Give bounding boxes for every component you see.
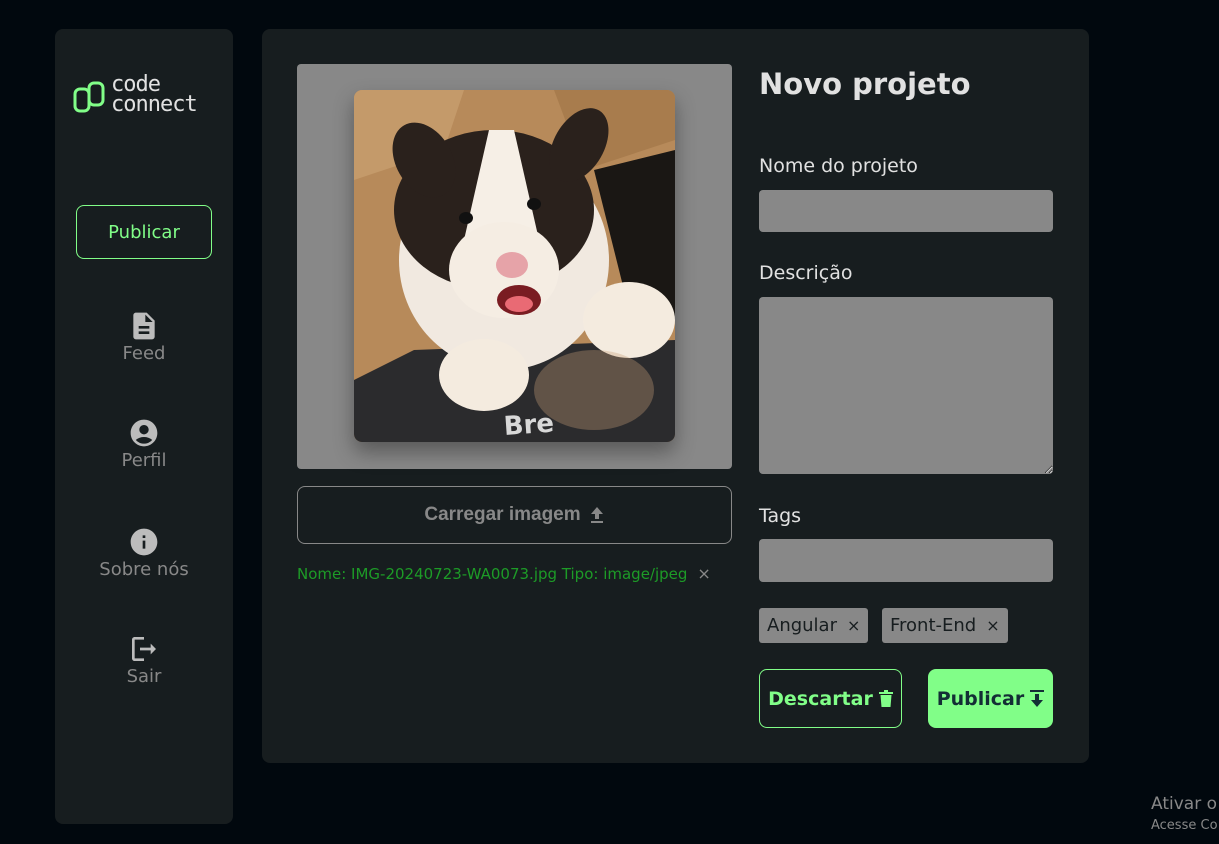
upload-image-button[interactable]: Carregar imagem	[297, 486, 732, 544]
discard-button[interactable]: Descartar	[759, 669, 902, 728]
remove-tag-icon[interactable]: ×	[847, 616, 860, 635]
sidebar-item-feed[interactable]: Feed	[55, 310, 233, 364]
remove-tag-icon[interactable]: ×	[986, 616, 999, 635]
page-title: Novo projeto	[759, 67, 971, 101]
puppy-photo-image: Bre	[354, 90, 675, 442]
publish-label: Publicar	[936, 687, 1025, 710]
image-preview-area: Bre	[297, 64, 732, 469]
watermark-line-1: Ativar o	[1151, 794, 1217, 814]
sidebar-item-label: Feed	[122, 343, 166, 364]
description-label: Descrição	[759, 262, 853, 284]
code-connect-logo[interactable]: code connect	[73, 74, 215, 121]
sidebar-item-logout[interactable]: Sair	[55, 633, 233, 687]
publish-button[interactable]: Publicar	[928, 669, 1053, 728]
uploaded-photo: Bre	[354, 90, 675, 442]
tags-input[interactable]	[759, 539, 1053, 582]
sidebar-item-label: Perfil	[121, 450, 167, 471]
description-textarea[interactable]	[759, 297, 1053, 474]
document-icon	[133, 312, 155, 340]
logo-mark-icon	[73, 81, 105, 113]
sidebar: code connect Publicar Feed Perfil Sobre …	[55, 29, 233, 824]
logout-icon	[132, 637, 156, 661]
discard-label: Descartar	[768, 687, 873, 710]
sidebar-publish-button[interactable]: Publicar	[76, 205, 212, 259]
tag-chip: Front-End ×	[882, 608, 1008, 643]
project-name-label: Nome do projeto	[759, 155, 918, 177]
project-name-input[interactable]	[759, 190, 1053, 232]
sidebar-item-about[interactable]: Sobre nós	[55, 526, 233, 580]
logo-line-2: connect	[111, 92, 198, 117]
account-circle-icon	[130, 419, 158, 447]
sidebar-item-profile[interactable]: Perfil	[55, 417, 233, 471]
sidebar-item-label: Sobre nós	[99, 559, 189, 580]
tag-chip: Angular ×	[759, 608, 869, 643]
trash-icon	[878, 690, 893, 707]
download-arrow-icon	[1030, 690, 1045, 707]
file-info-text: Nome: IMG-20240723-WA0073.jpg Tipo: imag…	[297, 564, 688, 583]
info-icon	[130, 528, 158, 556]
activation-watermark: Ativar o Acesse Co	[1151, 794, 1218, 833]
watermark-line-2: Acesse Co	[1151, 818, 1218, 833]
remove-file-icon[interactable]: ×	[697, 564, 710, 583]
upload-icon	[590, 507, 603, 523]
sidebar-item-label: Sair	[126, 666, 162, 687]
tags-label: Tags	[759, 505, 802, 527]
tag-label: Angular	[767, 615, 837, 636]
upload-image-label: Carregar imagem	[424, 504, 581, 525]
logo-text: code connect	[111, 74, 198, 117]
new-project-card: Bre Carregar imagem Nome: IMG-20240723-W…	[262, 29, 1089, 763]
tag-label: Front-End	[890, 615, 977, 636]
file-info: Nome: IMG-20240723-WA0073.jpg Tipo: imag…	[297, 564, 711, 583]
